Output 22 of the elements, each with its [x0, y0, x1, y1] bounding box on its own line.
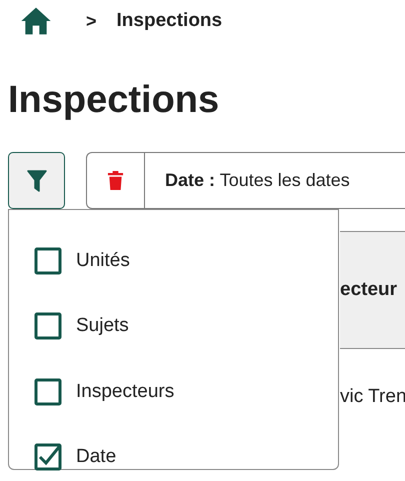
filter-option[interactable]: Unités	[9, 228, 318, 294]
filter-option[interactable]: Date	[9, 424, 318, 481]
table-cell: vic Tren	[340, 386, 405, 408]
option-label: Inspecteurs	[76, 380, 174, 403]
filter-option[interactable]: Inspecteurs	[9, 359, 318, 424]
filter-option[interactable]: Sujets	[9, 294, 318, 359]
checkbox[interactable]	[34, 378, 62, 406]
breadcrumb-current: Inspections	[116, 10, 222, 32]
breadcrumb-separator: >	[86, 10, 97, 32]
filter-chip-text: Date : Toutes les dates	[165, 170, 350, 191]
column-header: ecteur	[340, 279, 398, 301]
filter-button[interactable]	[8, 152, 65, 209]
trash-icon	[107, 170, 124, 191]
option-label: Unités	[76, 250, 130, 272]
page-title: Inspections	[8, 78, 220, 122]
home-icon[interactable]	[20, 6, 52, 36]
option-label: Sujets	[76, 315, 129, 338]
filter-icon	[26, 168, 46, 192]
checkbox[interactable]	[34, 312, 62, 340]
checkbox[interactable]	[34, 443, 62, 472]
option-label: Date	[76, 446, 116, 468]
checkbox[interactable]	[34, 246, 62, 275]
